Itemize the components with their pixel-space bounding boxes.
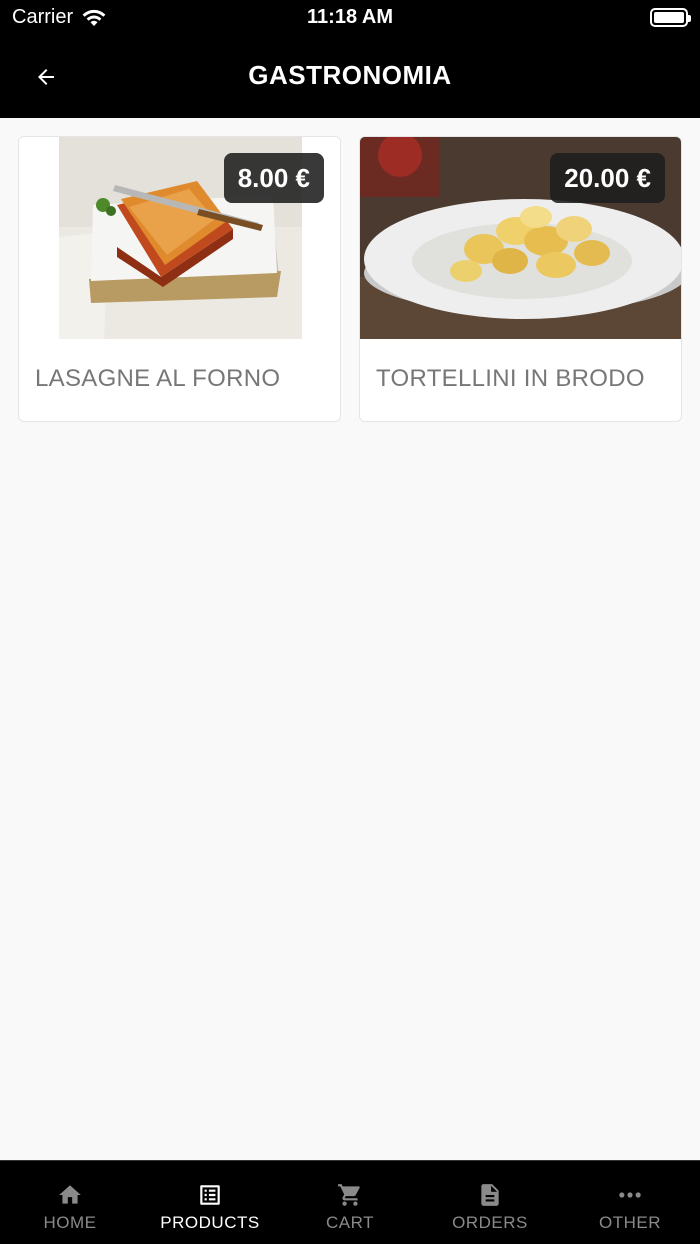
product-name: LASAGNE AL FORNO xyxy=(35,365,281,392)
tortellini-photo: 20.00 € xyxy=(360,137,681,339)
status-bar: Carrier 11:18 AM xyxy=(0,0,700,36)
tab-orders[interactable]: ORDERS xyxy=(420,1161,560,1244)
tab-label: OTHER xyxy=(599,1213,661,1232)
product-name: TORTELLINI IN BRODO xyxy=(376,365,645,392)
more-icon xyxy=(619,1192,641,1198)
tab-cart[interactable]: CART xyxy=(280,1161,420,1244)
tab-label: CART xyxy=(326,1213,374,1232)
lasagne-photo: 8.00 € xyxy=(19,137,340,339)
cart-icon xyxy=(338,1184,360,1206)
tab-label: PRODUCTS xyxy=(160,1213,260,1232)
tab-other[interactable]: OTHER xyxy=(560,1161,700,1244)
page-title: GASTRONOMIA xyxy=(248,60,452,90)
navigation-header: GASTRONOMIA xyxy=(0,36,700,118)
product-card[interactable]: 8.00 € LASAGNE AL FORNO xyxy=(18,136,341,422)
tab-bar: HOME PRODUCTS CART ORDERS OTHER xyxy=(0,1160,700,1244)
battery-icon xyxy=(650,8,691,27)
document-icon xyxy=(481,1184,499,1206)
list-icon xyxy=(200,1185,220,1205)
tab-home[interactable]: HOME xyxy=(0,1161,140,1244)
tab-products[interactable]: PRODUCTS xyxy=(140,1161,280,1244)
price-badge: 8.00 € xyxy=(223,153,324,203)
tab-label: HOME xyxy=(43,1213,97,1232)
status-time: 11:18 AM xyxy=(307,6,393,28)
home-icon xyxy=(59,1185,81,1204)
product-grid: 8.00 € LASAGNE AL FORNO 20.00 € TORTELLI… xyxy=(18,136,682,422)
tab-label: ORDERS xyxy=(452,1213,528,1232)
price-badge: 20.00 € xyxy=(550,153,665,203)
product-card[interactable]: 20.00 € TORTELLINI IN BRODO xyxy=(359,136,682,422)
